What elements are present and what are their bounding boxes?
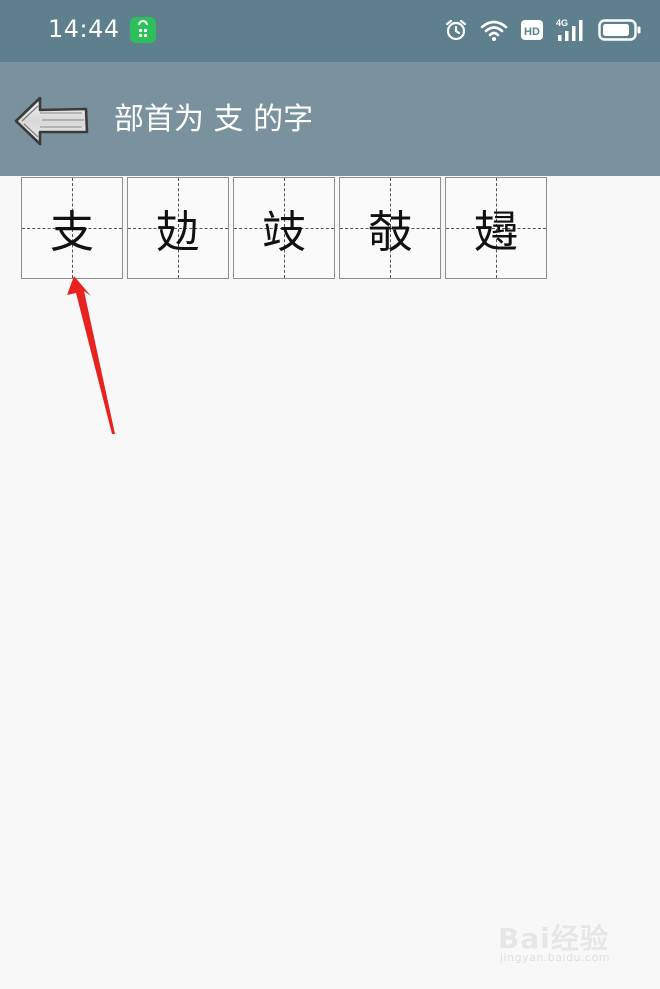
character-cell[interactable]: 支 <box>21 177 123 279</box>
hd-icon: HD <box>521 20 543 40</box>
character-cell[interactable]: 攱 <box>233 177 335 279</box>
baidu-watermark: Bai经验 jingyan.baidu.com <box>498 911 628 971</box>
wifi-icon <box>480 20 508 41</box>
back-button[interactable] <box>12 94 90 148</box>
status-icons: HD 4G <box>444 14 642 46</box>
app-bar: 部首为 支 的字 <box>0 62 660 176</box>
character-grid: 支 攰 攱 攲 攳 <box>21 177 547 279</box>
character-glyph: 支 <box>50 207 94 258</box>
character-glyph: 攲 <box>368 207 412 258</box>
back-arrow-icon <box>14 96 89 146</box>
page-title: 部首为 支 的字 <box>114 102 314 137</box>
battery-icon <box>598 19 641 41</box>
hd-label: HD <box>524 26 540 38</box>
character-cell[interactable]: 攳 <box>445 177 547 279</box>
alarm-icon <box>445 19 467 41</box>
watermark-url: jingyan.baidu.com <box>500 951 611 964</box>
app-store-icon <box>130 17 156 43</box>
signal-icon: 4G <box>556 18 583 41</box>
character-cell[interactable]: 攲 <box>339 177 441 279</box>
character-glyph: 攱 <box>262 207 306 258</box>
character-glyph: 攰 <box>156 207 200 258</box>
character-glyph: 攳 <box>474 207 518 258</box>
status-time: 14:44 <box>48 15 120 43</box>
network-label: 4G <box>556 18 568 28</box>
character-cell[interactable]: 攰 <box>127 177 229 279</box>
status-bar: 14:44 HD 4G <box>0 0 660 62</box>
